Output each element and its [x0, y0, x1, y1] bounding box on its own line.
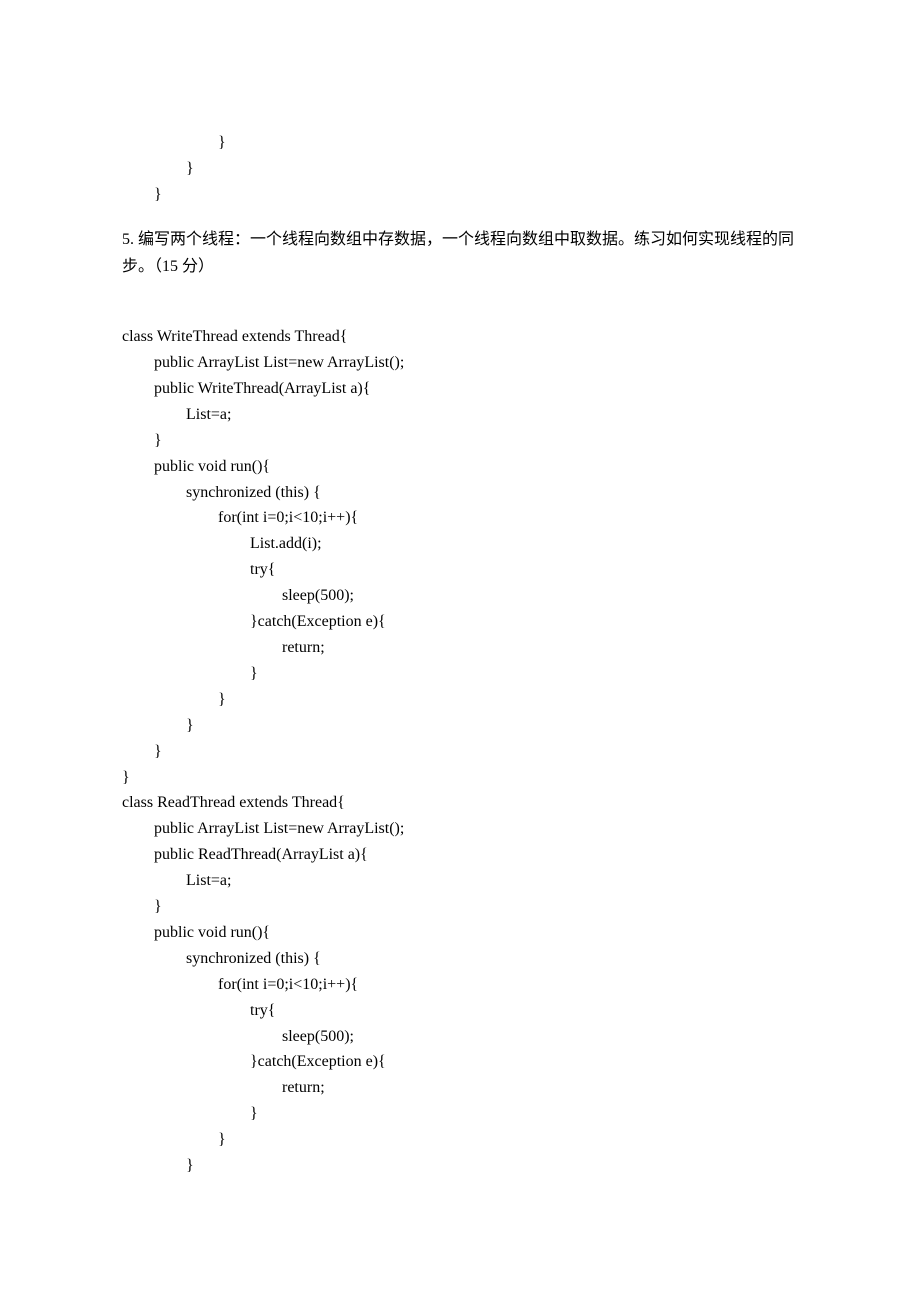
code-block: class WriteThread extends Thread{ public…	[122, 324, 798, 1179]
code-line: public ReadThread(ArrayList a){	[122, 842, 798, 868]
code-line: for(int i=0;i<10;i++){	[122, 505, 798, 531]
code-line: }	[122, 894, 798, 920]
question-5: 5. 编写两个线程：一个线程向数组中存数据，一个线程向数组中取数据。练习如何实现…	[122, 226, 798, 280]
code-line: class ReadThread extends Thread{	[122, 790, 798, 816]
code-line: }	[122, 1101, 798, 1127]
question-number: 5.	[122, 231, 134, 248]
question-text: 编写两个线程：一个线程向数组中存数据，一个线程向数组中取数据。练习如何实现线程的…	[122, 231, 794, 275]
code-line: try{	[122, 557, 798, 583]
code-line: }	[122, 130, 798, 156]
code-line: List=a;	[122, 868, 798, 894]
code-line: }	[122, 156, 798, 182]
code-line: return;	[122, 635, 798, 661]
code-line: try{	[122, 998, 798, 1024]
code-line: synchronized (this) {	[122, 946, 798, 972]
code-line: return;	[122, 1075, 798, 1101]
code-line: }	[122, 428, 798, 454]
closing-braces-block: } } }	[122, 130, 798, 208]
code-line: List=a;	[122, 402, 798, 428]
code-line: public ArrayList List=new ArrayList();	[122, 350, 798, 376]
code-line: sleep(500);	[122, 583, 798, 609]
code-line: }	[122, 765, 798, 791]
code-line: }catch(Exception e){	[122, 609, 798, 635]
code-line: }	[122, 182, 798, 208]
code-line: public void run(){	[122, 454, 798, 480]
code-line: }	[122, 661, 798, 687]
code-line: public void run(){	[122, 920, 798, 946]
code-line: for(int i=0;i<10;i++){	[122, 972, 798, 998]
code-line: public ArrayList List=new ArrayList();	[122, 816, 798, 842]
code-line: sleep(500);	[122, 1024, 798, 1050]
document-page: } } } 5. 编写两个线程：一个线程向数组中存数据，一个线程向数组中取数据。…	[0, 0, 920, 1179]
code-line: synchronized (this) {	[122, 480, 798, 506]
code-line: public WriteThread(ArrayList a){	[122, 376, 798, 402]
code-line: List.add(i);	[122, 531, 798, 557]
code-line: }	[122, 687, 798, 713]
code-line: }	[122, 739, 798, 765]
code-line: class WriteThread extends Thread{	[122, 324, 798, 350]
code-line: }catch(Exception e){	[122, 1049, 798, 1075]
code-line: }	[122, 713, 798, 739]
code-line: }	[122, 1127, 798, 1153]
code-line: }	[122, 1153, 798, 1179]
